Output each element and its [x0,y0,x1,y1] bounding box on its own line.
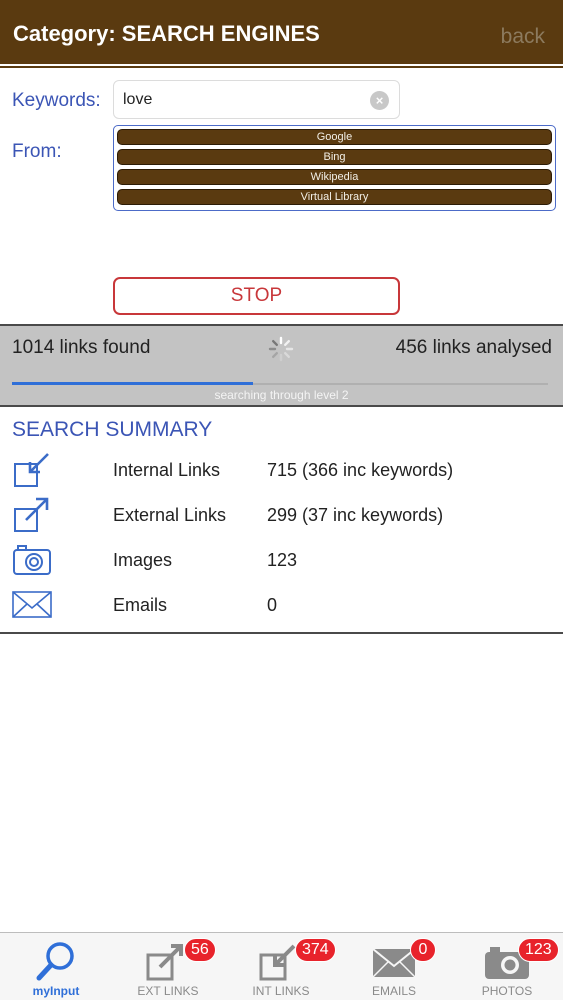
keywords-label: Keywords: [12,90,101,111]
tab-label: EXT LINKS [137,984,199,998]
summary-divider [0,632,563,634]
emails-badge: 0 [410,938,436,962]
summary-label: Emails [113,595,168,615]
tab-photos[interactable]: 123 PHOTOS [451,933,563,1000]
nav-header: Category: SEARCH ENGINES back [0,0,563,64]
envelope-icon [12,591,52,618]
summary-label: Internal Links [113,460,221,480]
tab-my-input[interactable]: myInput [0,933,112,1000]
keywords-value: love [123,91,153,108]
summary-row-emails: Emails 0 [0,586,563,626]
tab-bar: myInput 56 EXT LINKS 374 INT LINKS 0 EMA… [0,932,563,1000]
tab-label: EMAILS [371,984,416,998]
engine-bing[interactable]: Bing [117,149,552,165]
summary-title: SEARCH SUMMARY [12,418,213,441]
ext-links-badge: 56 [184,938,216,962]
search-progress-bar [12,382,548,385]
summary-value: 299 (37 inc keywords) [267,505,444,525]
tab-label: myInput [32,984,80,998]
camera-icon [13,545,51,575]
summary-value: 715 (366 inc keywords) [267,460,454,480]
summary-row-external-links: External Links 299 (37 inc keywords) [0,496,563,536]
photos-badge: 123 [518,938,559,962]
engine-virtual-library[interactable]: Virtual Library [117,189,552,205]
tab-emails[interactable]: 0 EMAILS [338,933,450,1000]
from-label: From: [12,141,62,162]
internal-link-icon [14,453,49,487]
engine-google[interactable]: Google [117,129,552,145]
loading-spinner-icon [268,336,294,362]
stop-button[interactable]: STOP [113,277,400,315]
tab-label: PHOTOS [481,984,533,998]
summary-label: External Links [113,505,227,525]
search-status-panel: 1014 links found 456 links analysed sear… [0,324,563,407]
engine-wikipedia[interactable]: Wikipedia [117,169,552,185]
tab-int-links[interactable]: 374 INT LINKS [225,933,337,1000]
header-divider [0,66,563,68]
search-level-text: searching through level 2 [214,388,349,402]
engine-selector[interactable]: Google Bing Wikipedia Virtual Library [113,125,556,211]
tab-label: INT LINKS [252,984,310,998]
keywords-input[interactable]: love × [113,80,400,119]
summary-row-internal-links: Internal Links 715 (366 inc keywords) [0,451,563,491]
back-button[interactable]: back [501,25,545,49]
summary-value: 0 [267,595,278,615]
magnifier-icon [36,942,74,981]
summary-value: 123 [267,550,298,570]
summary-label: Images [113,550,173,570]
external-link-icon [14,497,49,532]
search-progress-fill [12,382,254,385]
int-links-badge: 374 [295,938,336,962]
page-title: Category: SEARCH ENGINES [13,21,320,46]
summary-row-images: Images 123 [0,541,563,581]
links-analysed-count: 456 links analysed [395,337,552,358]
links-found-count: 1014 links found [12,337,151,358]
tab-ext-links[interactable]: 56 EXT LINKS [112,933,224,1000]
clear-icon[interactable]: × [370,91,389,110]
